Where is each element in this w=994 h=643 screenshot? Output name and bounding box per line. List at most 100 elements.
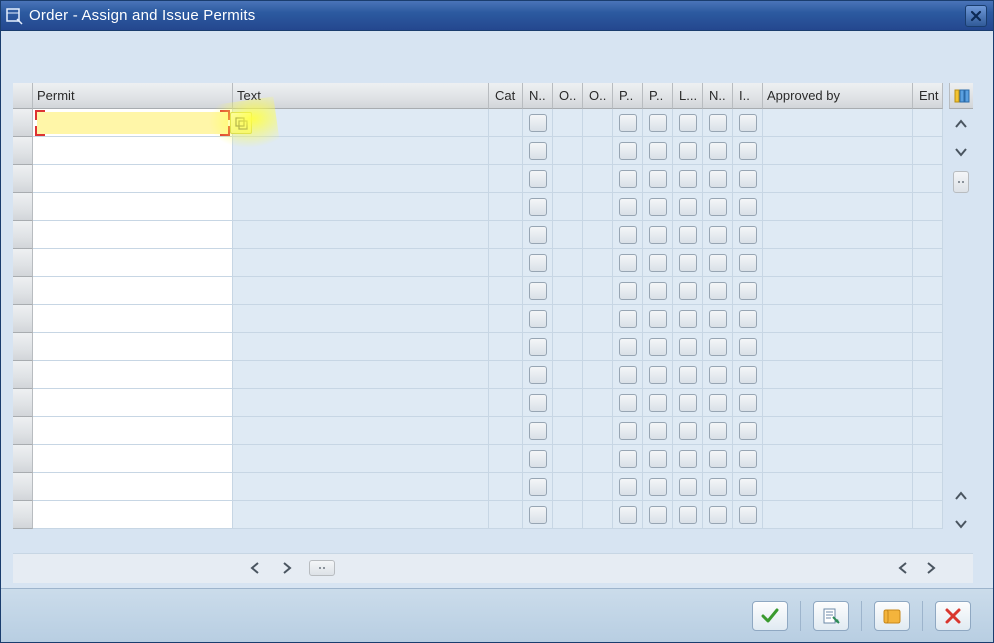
col-ent[interactable]: Ent bbox=[913, 83, 943, 109]
checkbox[interactable] bbox=[619, 170, 637, 188]
p1-cell[interactable] bbox=[613, 501, 643, 529]
permit-cell[interactable] bbox=[33, 333, 233, 361]
scroll-right-button-2[interactable] bbox=[923, 559, 939, 577]
checkbox[interactable] bbox=[739, 170, 757, 188]
col-approved-by[interactable]: Approved by bbox=[763, 83, 913, 109]
row-selector[interactable] bbox=[13, 305, 33, 333]
checkbox[interactable] bbox=[649, 506, 667, 524]
checkbox[interactable] bbox=[649, 394, 667, 412]
checkbox[interactable] bbox=[739, 338, 757, 356]
l-cell[interactable] bbox=[673, 109, 703, 137]
checkbox[interactable] bbox=[649, 310, 667, 328]
scroll-down-button-2[interactable] bbox=[951, 515, 971, 533]
i-cell[interactable] bbox=[733, 137, 763, 165]
n2-cell[interactable] bbox=[703, 389, 733, 417]
i-cell[interactable] bbox=[733, 473, 763, 501]
p2-cell[interactable] bbox=[643, 361, 673, 389]
checkbox[interactable] bbox=[709, 142, 727, 160]
n2-cell[interactable] bbox=[703, 333, 733, 361]
permit-cell[interactable] bbox=[33, 501, 233, 529]
checkbox[interactable] bbox=[649, 114, 667, 132]
p1-cell[interactable] bbox=[613, 473, 643, 501]
checkbox[interactable] bbox=[529, 114, 547, 132]
col-n1[interactable]: N.. bbox=[523, 83, 553, 109]
n1-cell[interactable] bbox=[523, 361, 553, 389]
assign-button[interactable] bbox=[813, 601, 849, 631]
checkbox[interactable] bbox=[739, 422, 757, 440]
i-cell[interactable] bbox=[733, 277, 763, 305]
checkbox[interactable] bbox=[649, 226, 667, 244]
scroll-up-button[interactable] bbox=[951, 115, 971, 133]
checkbox[interactable] bbox=[649, 254, 667, 272]
checkbox[interactable] bbox=[739, 142, 757, 160]
permit-cell[interactable] bbox=[33, 165, 233, 193]
n2-cell[interactable] bbox=[703, 221, 733, 249]
n2-cell[interactable] bbox=[703, 501, 733, 529]
checkbox[interactable] bbox=[739, 394, 757, 412]
col-n2[interactable]: N.. bbox=[703, 83, 733, 109]
l-cell[interactable] bbox=[673, 137, 703, 165]
checkbox[interactable] bbox=[739, 506, 757, 524]
row-selector[interactable] bbox=[13, 389, 33, 417]
l-cell[interactable] bbox=[673, 333, 703, 361]
n1-cell[interactable] bbox=[523, 305, 553, 333]
search-help-button[interactable] bbox=[230, 112, 252, 134]
checkbox[interactable] bbox=[709, 282, 727, 300]
permit-cell[interactable] bbox=[33, 137, 233, 165]
i-cell[interactable] bbox=[733, 501, 763, 529]
i-cell[interactable] bbox=[733, 333, 763, 361]
n1-cell[interactable] bbox=[523, 165, 553, 193]
col-o2[interactable]: O.. bbox=[583, 83, 613, 109]
checkbox[interactable] bbox=[739, 366, 757, 384]
checkbox[interactable] bbox=[619, 226, 637, 244]
p1-cell[interactable] bbox=[613, 389, 643, 417]
permit-cell[interactable] bbox=[33, 417, 233, 445]
l-cell[interactable] bbox=[673, 305, 703, 333]
close-button[interactable] bbox=[965, 5, 987, 27]
p1-cell[interactable] bbox=[613, 137, 643, 165]
l-cell[interactable] bbox=[673, 249, 703, 277]
n1-cell[interactable] bbox=[523, 417, 553, 445]
checkbox[interactable] bbox=[619, 114, 637, 132]
permit-cell[interactable] bbox=[33, 221, 233, 249]
checkbox[interactable] bbox=[529, 450, 547, 468]
hscroll-thumb[interactable] bbox=[309, 560, 335, 576]
l-cell[interactable] bbox=[673, 165, 703, 193]
checkbox[interactable] bbox=[529, 394, 547, 412]
col-l[interactable]: L... bbox=[673, 83, 703, 109]
checkbox[interactable] bbox=[679, 142, 697, 160]
i-cell[interactable] bbox=[733, 305, 763, 333]
checkbox[interactable] bbox=[529, 422, 547, 440]
row-selector[interactable] bbox=[13, 277, 33, 305]
p2-cell[interactable] bbox=[643, 165, 673, 193]
l-cell[interactable] bbox=[673, 417, 703, 445]
p2-cell[interactable] bbox=[643, 333, 673, 361]
scroll-left-button-2[interactable] bbox=[895, 559, 911, 577]
n2-cell[interactable] bbox=[703, 305, 733, 333]
scroll-down-button[interactable] bbox=[951, 143, 971, 161]
row-selector[interactable] bbox=[13, 137, 33, 165]
n2-cell[interactable] bbox=[703, 277, 733, 305]
checkbox[interactable] bbox=[619, 254, 637, 272]
checkbox[interactable] bbox=[679, 506, 697, 524]
checkbox[interactable] bbox=[679, 226, 697, 244]
scroll-thumb[interactable] bbox=[953, 171, 969, 193]
row-selector[interactable] bbox=[13, 473, 33, 501]
p1-cell[interactable] bbox=[613, 361, 643, 389]
n2-cell[interactable] bbox=[703, 473, 733, 501]
checkbox[interactable] bbox=[529, 226, 547, 244]
checkbox[interactable] bbox=[679, 338, 697, 356]
permit-cell[interactable] bbox=[33, 445, 233, 473]
checkbox[interactable] bbox=[709, 450, 727, 468]
i-cell[interactable] bbox=[733, 417, 763, 445]
p2-cell[interactable] bbox=[643, 473, 673, 501]
row-selector[interactable] bbox=[13, 445, 33, 473]
ok-button[interactable] bbox=[752, 601, 788, 631]
l-cell[interactable] bbox=[673, 501, 703, 529]
n2-cell[interactable] bbox=[703, 193, 733, 221]
col-text[interactable]: Text bbox=[233, 83, 489, 109]
l-cell[interactable] bbox=[673, 389, 703, 417]
permit-cell[interactable] bbox=[33, 305, 233, 333]
permit-cell[interactable] bbox=[33, 389, 233, 417]
row-selector[interactable] bbox=[13, 165, 33, 193]
